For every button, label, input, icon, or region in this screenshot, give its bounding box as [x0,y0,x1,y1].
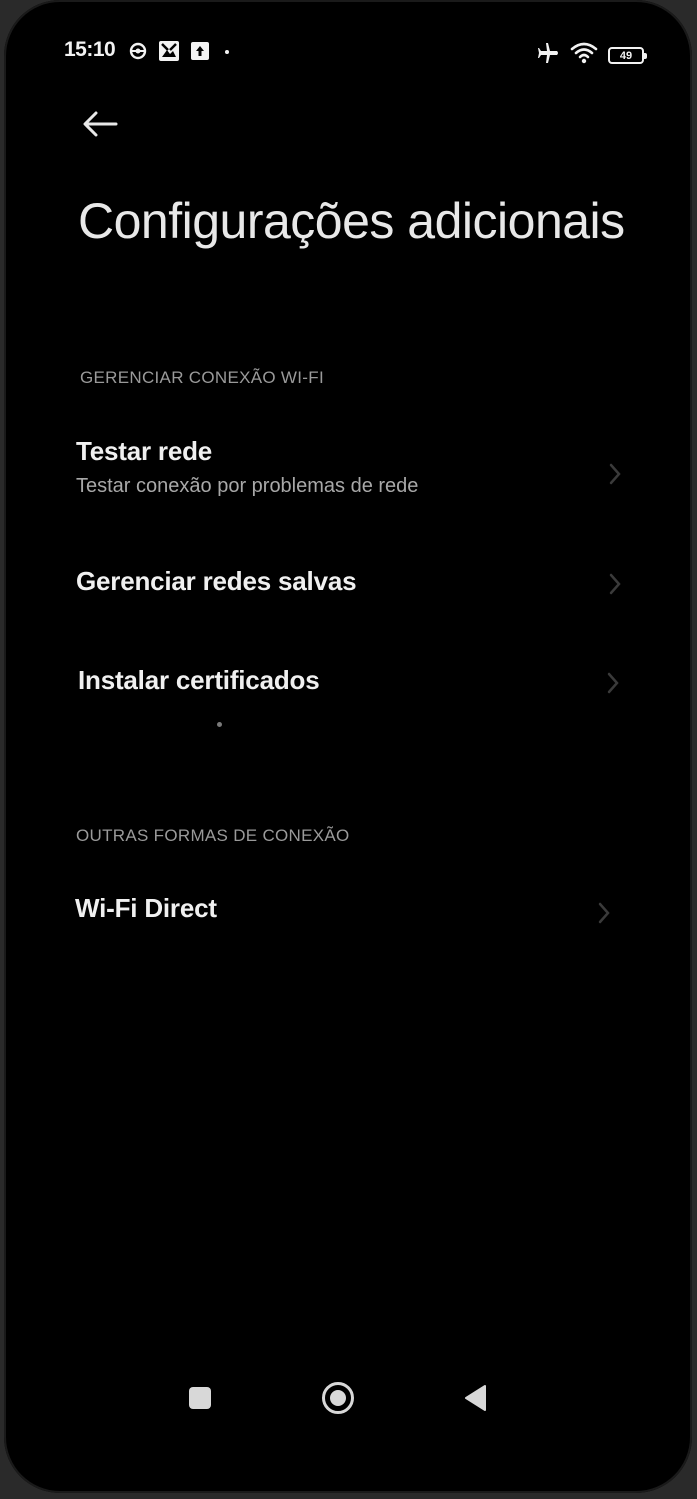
page-title: Configurações adicionais [78,193,625,249]
recents-square-icon [188,1386,212,1415]
battery-icon: 49 [608,47,647,64]
photo-icon [158,40,180,67]
home-button[interactable] [308,1370,368,1430]
back-button[interactable] [76,104,124,148]
item-title: Wi-Fi Direct [75,893,217,923]
home-circle-icon [321,1381,355,1420]
chevron-right-icon [609,573,621,595]
chevron-right-icon [609,463,621,485]
wifi-icon [570,42,598,69]
sync-gear-icon [128,41,148,66]
status-icons-left [128,40,234,67]
item-title: Gerenciar redes salvas [76,566,357,596]
list-item-test-network[interactable]: Testar rede Testar conexão por problemas… [76,436,636,512]
back-triangle-icon [463,1384,489,1417]
navigation-bar [4,1370,692,1430]
item-title: Instalar certificados [78,665,320,695]
phone-screen: 15:10 49 Configurações adicionais GERENC… [4,0,692,1493]
airplane-icon [536,42,560,69]
status-icons-right: 49 [536,42,647,69]
chevron-right-icon [598,902,610,924]
list-item-install-certificates[interactable]: Instalar certificados [78,665,638,705]
artifact-dot [217,722,222,727]
section-header-manage-wifi: GERENCIAR CONEXÃO WI-FI [80,368,324,387]
dot-icon [220,41,234,66]
list-item-saved-networks[interactable]: Gerenciar redes salvas [76,566,636,606]
list-item-wifi-direct[interactable]: Wi-Fi Direct [75,893,635,933]
upload-icon [190,41,210,66]
item-title: Testar rede [76,436,213,466]
nav-back-button[interactable] [450,1370,502,1430]
chevron-right-icon [607,672,619,694]
battery-level: 49 [619,49,633,62]
section-header-other-connections: OUTRAS FORMAS DE CONEXÃO [76,826,350,845]
arrow-left-icon [80,109,120,144]
status-time: 15:10 [64,38,116,61]
recents-button[interactable] [174,1370,226,1430]
status-bar: 15:10 49 [4,0,692,100]
item-subtitle: Testar conexão por problemas de rede [76,475,419,497]
